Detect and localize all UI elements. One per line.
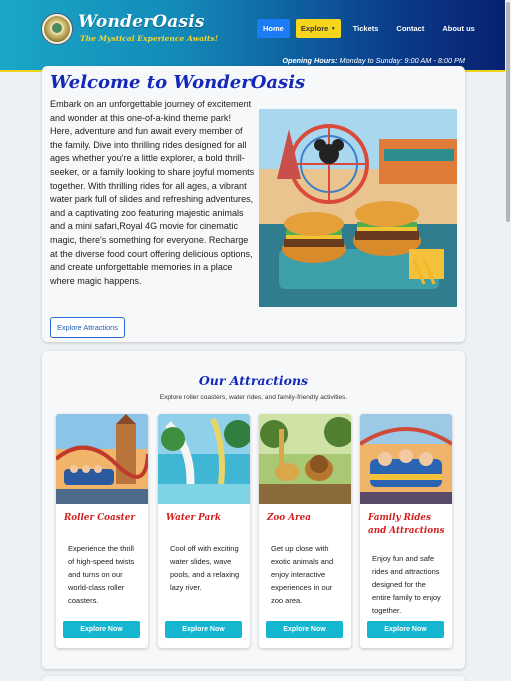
welcome-description: Embark on an unforgettable journey of ex… [50, 99, 255, 286]
brand-title[interactable]: WonderOasis [78, 12, 205, 32]
family-rides-image [360, 414, 452, 504]
main-nav: Home Explore ▼ Tickets Contact About us [257, 19, 487, 38]
opening-hours-value: Monday to Sunday: 9:00 AM - 8:00 PM [339, 56, 465, 65]
attraction-card-roller-coaster: Roller Coaster Experience the thrill of … [56, 414, 148, 648]
opening-hours: Opening Hours: Monday to Sunday: 9:00 AM… [282, 56, 465, 65]
food-court-image [259, 109, 457, 307]
attraction-card-zoo-area: Zoo Area Get up close with exotic animal… [259, 414, 351, 648]
attractions-title: Our Attractions [198, 373, 309, 388]
explore-attractions-button[interactable]: Explore Attractions [50, 317, 125, 338]
water-park-image [158, 414, 250, 504]
attraction-description: Get up close with exotic animals and enj… [271, 544, 334, 605]
attraction-title: Zoo Area [267, 513, 311, 523]
explore-now-button[interactable]: Explore Now [63, 621, 140, 638]
welcome-section: Welcome to WonderOasis Embark on an unfo… [42, 66, 465, 342]
scrollbar-thumb[interactable] [506, 2, 510, 222]
nav-explore-label: Explore [300, 24, 329, 33]
attraction-card-family-rides: Family Rides and Attractions Enjoy fun a… [360, 414, 452, 648]
nav-home[interactable]: Home [257, 19, 290, 38]
nav-explore-dropdown[interactable]: Explore ▼ [295, 19, 341, 38]
nav-contact[interactable]: Contact [390, 19, 430, 38]
site-header: WonderOasis The Mystical Experience Awai… [0, 0, 511, 72]
attraction-description: Cool off with exciting water slides, wav… [170, 544, 240, 592]
zoo-area-image [259, 414, 351, 504]
chevron-down-icon: ▼ [329, 26, 336, 33]
explore-now-button[interactable]: Explore Now [165, 621, 242, 638]
attraction-description: Experience the thrill of high-speed twis… [68, 544, 135, 605]
welcome-title: Welcome to WonderOasis [50, 72, 306, 93]
attractions-subtitle: Explore roller coasters, water rides, an… [159, 394, 348, 401]
park-logo[interactable] [42, 14, 72, 44]
attractions-section: Our Attractions Explore roller coasters,… [42, 351, 465, 669]
nav-tickets[interactable]: Tickets [347, 19, 385, 38]
attraction-title: Roller Coaster [64, 513, 135, 523]
roller-coaster-image [56, 414, 148, 504]
explore-now-button[interactable]: Explore Now [367, 621, 444, 638]
attraction-title: Family Rides and Attractions [368, 513, 445, 536]
nav-about[interactable]: About us [436, 19, 481, 38]
attraction-description: Enjoy fun and safe rides and attractions… [372, 554, 441, 615]
explore-now-button[interactable]: Explore Now [266, 621, 343, 638]
brand-tagline: The Mystical Experience Awaits! [80, 34, 219, 43]
opening-hours-label: Opening Hours: [282, 56, 338, 65]
next-section-edge [42, 676, 465, 681]
attraction-card-water-park: Water Park Cool off with exciting water … [158, 414, 250, 648]
page-scrollbar[interactable] [505, 0, 511, 681]
attraction-title: Water Park [166, 513, 221, 523]
